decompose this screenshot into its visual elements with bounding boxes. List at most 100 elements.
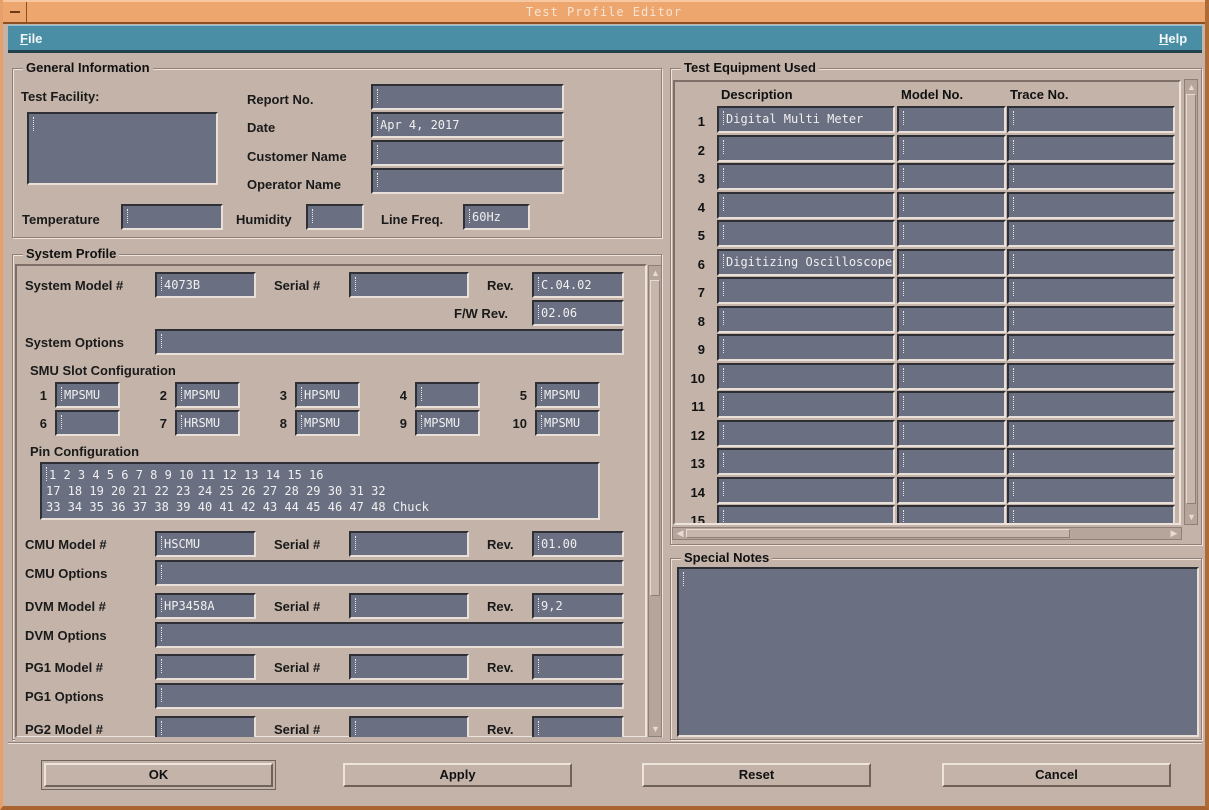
equipment-model-cell[interactable] xyxy=(897,305,1006,333)
equipment-description-cell[interactable] xyxy=(717,448,895,475)
smu-slot-4-field[interactable] xyxy=(415,382,480,408)
equipment-trace-cell[interactable] xyxy=(1007,391,1175,418)
equipment-model-cell[interactable] xyxy=(897,106,1006,133)
equipment-description-cell[interactable]: Digitizing Oscilloscope xyxy=(717,248,895,276)
menu-help[interactable]: Help xyxy=(1159,31,1187,46)
ok-button[interactable]: OK xyxy=(41,760,276,790)
scroll-left-arrow-icon[interactable]: ◀ xyxy=(674,528,686,539)
scroll-up-arrow-icon[interactable]: ▲ xyxy=(1186,81,1197,93)
scroll-down-arrow-icon[interactable]: ▼ xyxy=(1186,511,1197,523)
cmu-rev-field[interactable]: 01.00 xyxy=(532,531,624,557)
smu-slot-2-field[interactable]: MPSMU xyxy=(175,382,240,408)
equipment-description-cell[interactable] xyxy=(717,220,895,247)
cmu-options-field[interactable] xyxy=(155,560,624,586)
smu-slot-1-field[interactable]: MPSMU xyxy=(55,382,120,408)
title-bar[interactable]: Test Profile Editor xyxy=(3,0,1205,24)
equipment-vertical-scrollbar[interactable]: ▲ ▼ xyxy=(1184,79,1198,525)
equipment-description-cell[interactable] xyxy=(717,305,895,333)
equipment-trace-cell[interactable] xyxy=(1007,305,1175,333)
equipment-trace-cell[interactable] xyxy=(1007,448,1175,475)
equipment-description-cell[interactable] xyxy=(717,419,895,447)
report-no-field[interactable] xyxy=(371,84,564,110)
equipment-trace-cell[interactable] xyxy=(1007,248,1175,276)
equipment-description-cell[interactable] xyxy=(717,334,895,361)
equipment-model-cell[interactable] xyxy=(897,220,1006,247)
cmu-model-field[interactable]: HSCMU xyxy=(155,531,256,557)
equipment-description-cell[interactable] xyxy=(717,163,895,190)
pg1-serial-field[interactable] xyxy=(349,654,469,680)
dvm-options-field[interactable] xyxy=(155,622,624,648)
equipment-trace-cell[interactable] xyxy=(1007,163,1175,190)
equipment-description-cell[interactable]: Digital Multi Meter xyxy=(717,106,895,133)
equipment-horizontal-scroll-thumb[interactable] xyxy=(686,529,1070,538)
system-rev-field[interactable]: C.04.02 xyxy=(532,272,624,298)
special-notes-field[interactable] xyxy=(677,567,1199,737)
smu-slot-9-field[interactable]: MPSMU xyxy=(415,410,480,436)
equipment-model-cell[interactable] xyxy=(897,277,1006,304)
equipment-trace-cell[interactable] xyxy=(1007,334,1175,361)
equipment-model-cell[interactable] xyxy=(897,448,1006,475)
equipment-trace-cell[interactable] xyxy=(1007,419,1175,447)
system-options-field[interactable] xyxy=(155,329,624,355)
equipment-description-cell[interactable] xyxy=(717,277,895,304)
equipment-model-cell[interactable] xyxy=(897,505,1006,523)
equipment-description-cell[interactable] xyxy=(717,362,895,390)
smu-slot-8-field[interactable]: MPSMU xyxy=(295,410,360,436)
pin-configuration-field[interactable]: 1 2 3 4 5 6 7 8 9 10 11 12 13 14 15 16 1… xyxy=(40,462,600,520)
pg1-rev-field[interactable] xyxy=(532,654,624,680)
scroll-right-arrow-icon[interactable]: ▶ xyxy=(1168,528,1180,539)
equipment-trace-cell[interactable] xyxy=(1007,277,1175,304)
system-profile-scroll-thumb[interactable] xyxy=(650,280,660,596)
equipment-trace-cell[interactable] xyxy=(1007,476,1175,504)
cancel-button[interactable]: Cancel xyxy=(942,763,1171,787)
dvm-serial-field[interactable] xyxy=(349,593,469,619)
system-model-field[interactable]: 4073B xyxy=(155,272,256,298)
equipment-trace-cell[interactable] xyxy=(1007,505,1175,523)
smu-slot-3-field[interactable]: HPSMU xyxy=(295,382,360,408)
equipment-description-cell[interactable] xyxy=(717,191,895,219)
pg1-model-field[interactable] xyxy=(155,654,256,680)
scroll-up-arrow-icon[interactable]: ▲ xyxy=(650,267,661,279)
equipment-description-cell[interactable] xyxy=(717,476,895,504)
equipment-trace-cell[interactable] xyxy=(1007,134,1175,162)
equipment-trace-cell[interactable] xyxy=(1007,220,1175,247)
equipment-model-cell[interactable] xyxy=(897,191,1006,219)
equipment-vertical-scroll-thumb[interactable] xyxy=(1186,94,1196,504)
date-field[interactable]: Apr 4, 2017 xyxy=(371,112,564,138)
dvm-model-field[interactable]: HP3458A xyxy=(155,593,256,619)
equipment-description-cell[interactable] xyxy=(717,391,895,418)
equipment-model-cell[interactable] xyxy=(897,391,1006,418)
pg1-options-field[interactable] xyxy=(155,683,624,709)
equipment-trace-cell[interactable] xyxy=(1007,362,1175,390)
equipment-model-cell[interactable] xyxy=(897,163,1006,190)
apply-button[interactable]: Apply xyxy=(343,763,572,787)
fw-rev-field[interactable]: 02.06 xyxy=(532,300,624,326)
equipment-model-cell[interactable] xyxy=(897,419,1006,447)
line-freq-field[interactable]: 60Hz xyxy=(463,204,530,230)
humidity-field[interactable] xyxy=(306,204,364,230)
system-serial-field[interactable] xyxy=(349,272,469,298)
equipment-model-cell[interactable] xyxy=(897,248,1006,276)
equipment-model-cell[interactable] xyxy=(897,134,1006,162)
equipment-trace-cell[interactable] xyxy=(1007,191,1175,219)
smu-slot-6-field[interactable] xyxy=(55,410,120,436)
equipment-model-cell[interactable] xyxy=(897,362,1006,390)
equipment-description-cell[interactable] xyxy=(717,505,895,523)
system-profile-vertical-scrollbar[interactable]: ▲ ▼ xyxy=(648,265,662,737)
test-facility-field[interactable] xyxy=(27,112,218,185)
equipment-model-cell[interactable] xyxy=(897,334,1006,361)
smu-slot-5-field[interactable]: MPSMU xyxy=(535,382,600,408)
customer-name-field[interactable] xyxy=(371,140,564,166)
equipment-description-cell[interactable] xyxy=(717,134,895,162)
reset-button[interactable]: Reset xyxy=(642,763,871,787)
scroll-down-arrow-icon[interactable]: ▼ xyxy=(650,723,661,735)
smu-slot-10-field[interactable]: MPSMU xyxy=(535,410,600,436)
equipment-model-cell[interactable] xyxy=(897,476,1006,504)
cmu-serial-field[interactable] xyxy=(349,531,469,557)
dvm-rev-field[interactable]: 9,2 xyxy=(532,593,624,619)
operator-name-field[interactable] xyxy=(371,168,564,194)
temperature-field[interactable] xyxy=(121,204,223,230)
smu-slot-7-field[interactable]: HRSMU xyxy=(175,410,240,436)
equipment-trace-cell[interactable] xyxy=(1007,106,1175,133)
equipment-horizontal-scrollbar[interactable]: ◀ ▶ xyxy=(672,527,1182,540)
